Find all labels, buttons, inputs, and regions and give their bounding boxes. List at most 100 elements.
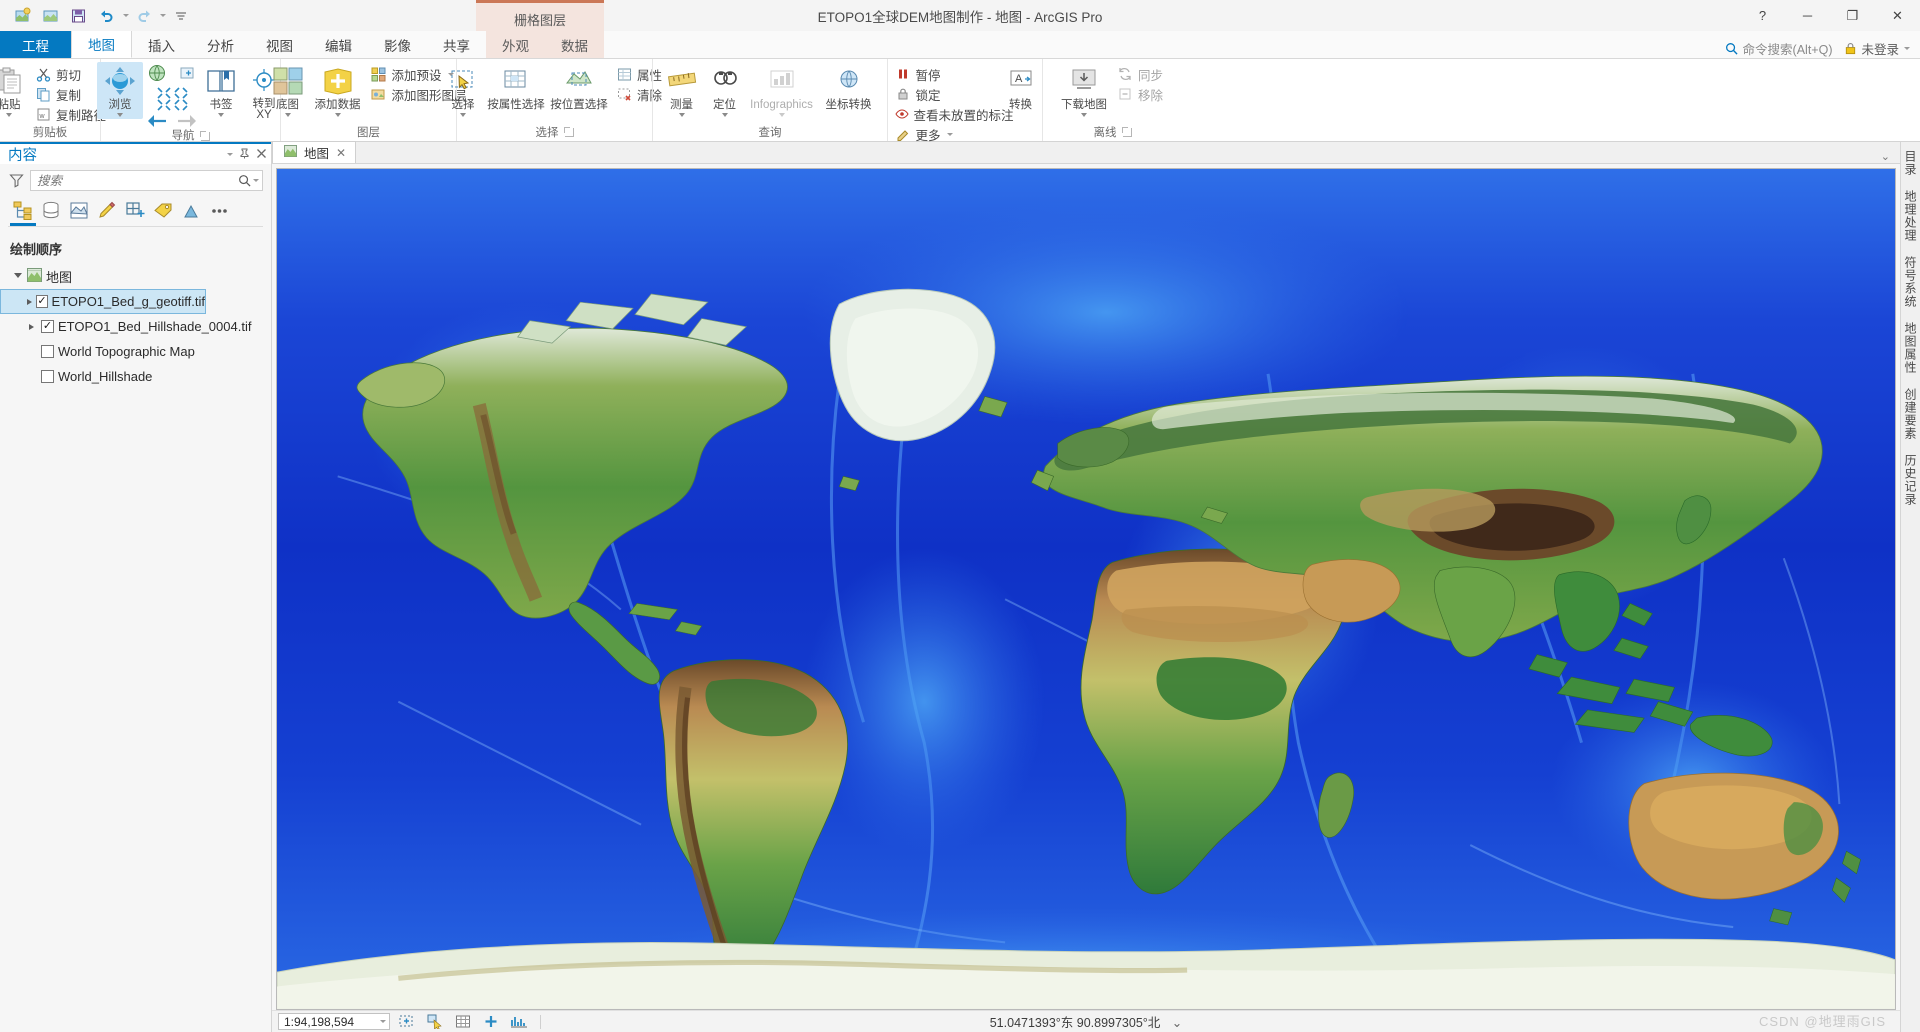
rail-item-map-properties[interactable]: 地图属性	[1902, 322, 1919, 374]
rail-item-history[interactable]: 历史记录	[1902, 454, 1919, 506]
tab-insert[interactable]: 插入	[132, 31, 191, 58]
select-by-location-button[interactable]: 按位置选择	[548, 62, 610, 113]
expander-icon[interactable]	[27, 296, 32, 307]
more-labeling-button[interactable]: 更多	[890, 124, 1000, 144]
locate-button[interactable]: 定位	[704, 62, 746, 119]
sync-button[interactable]: 同步	[1112, 64, 1168, 84]
minimize-button[interactable]: ─	[1785, 0, 1830, 31]
contents-search-box[interactable]	[30, 170, 263, 191]
tab-imagery[interactable]: 影像	[368, 31, 427, 58]
contents-search-input[interactable]	[37, 174, 236, 188]
layer-visibility-checkbox[interactable]	[41, 320, 54, 333]
list-by-data-source-icon[interactable]	[38, 198, 64, 222]
select-button[interactable]: 选择	[442, 62, 484, 119]
list-by-drawing-order-icon[interactable]	[10, 198, 36, 222]
explore-button[interactable]: 浏览	[97, 62, 143, 119]
redo-icon[interactable]	[131, 4, 157, 28]
zoom-to-selection-button[interactable]	[396, 1012, 418, 1031]
tab-view[interactable]: 视图	[250, 31, 309, 58]
paste-button[interactable]: 粘贴	[0, 62, 29, 119]
full-extent-icon[interactable]	[147, 63, 167, 86]
remove-offline-button[interactable]: 移除	[1112, 84, 1168, 104]
open-project-icon[interactable]	[38, 4, 64, 28]
select-features-button[interactable]	[424, 1012, 446, 1031]
undo-icon[interactable]	[94, 4, 120, 28]
lock-labels-button[interactable]: 锁定	[890, 84, 1000, 104]
basemap-dropdown-icon[interactable]	[285, 113, 291, 117]
add-data-button[interactable]: 添加数据	[311, 62, 365, 119]
paste-dropdown-icon[interactable]	[6, 113, 12, 117]
select-dropdown-icon[interactable]	[460, 113, 466, 117]
undo-dropdown-icon[interactable]	[123, 14, 129, 17]
bookmarks-button[interactable]: 书签	[201, 62, 241, 119]
toc-item-world-topographic-map[interactable]: World Topographic Map	[0, 339, 271, 364]
pin-icon[interactable]	[239, 147, 250, 162]
tab-map[interactable]: 地图	[71, 31, 132, 58]
list-by-charts-icon[interactable]	[178, 198, 204, 222]
pause-labeling-button[interactable]: 暂停	[890, 64, 1000, 84]
rail-item-create-features[interactable]: 创建要素	[1902, 388, 1919, 440]
more-options-icon[interactable]	[206, 198, 232, 222]
basemap-button[interactable]: 底图	[266, 62, 310, 119]
infographics-dropdown-icon[interactable]	[779, 113, 785, 117]
more-labeling-dropdown-icon[interactable]	[947, 133, 953, 136]
command-search[interactable]: 命令搜索(Alt+Q)	[1725, 39, 1845, 58]
help-button[interactable]: ?	[1740, 0, 1785, 31]
account-dropdown-icon[interactable]	[1904, 47, 1910, 50]
search-icon[interactable]	[236, 173, 252, 189]
list-by-labeling-icon[interactable]	[150, 198, 176, 222]
close-icon[interactable]	[256, 147, 267, 162]
layer-visibility-checkbox[interactable]	[36, 295, 47, 308]
new-project-icon[interactable]	[10, 4, 36, 28]
add-button[interactable]	[480, 1012, 502, 1031]
list-by-editing-icon[interactable]	[94, 198, 120, 222]
tab-analysis[interactable]: 分析	[191, 31, 250, 58]
contents-search-dropdown-icon[interactable]	[253, 179, 259, 182]
download-map-button[interactable]: 下载地图	[1057, 62, 1111, 119]
tab-share[interactable]: 共享	[427, 31, 486, 58]
expander-icon[interactable]	[12, 271, 23, 282]
tab-data[interactable]: 数据	[545, 31, 604, 58]
close-button[interactable]: ✕	[1875, 0, 1920, 31]
maximize-button[interactable]: ❐	[1830, 0, 1875, 31]
toc-item-map[interactable]: 地图	[0, 264, 271, 289]
measure-button[interactable]: 测量	[661, 62, 703, 119]
infographics-button[interactable]: Infographics	[747, 62, 817, 119]
tab-appearance[interactable]: 外观	[486, 31, 545, 58]
navigate-dialog-launcher[interactable]	[201, 132, 210, 141]
bookmarks-dropdown-icon[interactable]	[218, 113, 224, 117]
view-unplaced-labels-button[interactable]: 查看未放置的标注	[890, 104, 1000, 124]
locate-dropdown-icon[interactable]	[722, 113, 728, 117]
grid-button[interactable]	[452, 1012, 474, 1031]
add-data-dropdown-icon[interactable]	[335, 113, 341, 117]
map-scale-combobox[interactable]: 1:94,198,594	[278, 1013, 390, 1030]
fixed-zoom-in-icon[interactable]	[177, 63, 197, 86]
customize-qat-icon[interactable]	[168, 4, 194, 28]
filter-icon[interactable]	[8, 173, 24, 189]
convert-labels-button[interactable]: A 转换	[1001, 62, 1041, 113]
expander-icon[interactable]	[26, 321, 37, 332]
offline-dialog-launcher[interactable]	[1123, 128, 1132, 137]
layer-visibility-checkbox[interactable]	[41, 370, 54, 383]
redo-dropdown-icon[interactable]	[160, 14, 166, 17]
contents-pane-menu-icon[interactable]	[227, 153, 233, 156]
map-scale-dropdown-icon[interactable]	[380, 1020, 386, 1023]
coordinate-conversion-button[interactable]: 坐标转换	[818, 62, 880, 113]
rail-item-catalog[interactable]: 目录	[1902, 150, 1919, 176]
map-canvas[interactable]	[276, 168, 1896, 1010]
toc-item-world-hillshade[interactable]: World_Hillshade	[0, 364, 271, 389]
rail-item-geoprocessing[interactable]: 地理处理	[1902, 190, 1919, 242]
rail-item-symbology[interactable]: 符号系统	[1902, 256, 1919, 308]
measure-dropdown-icon[interactable]	[679, 113, 685, 117]
selection-dialog-launcher[interactable]	[565, 128, 574, 137]
chart-button[interactable]	[508, 1012, 530, 1031]
map-coordinates-dropdown-icon[interactable]: ⌄	[1172, 1015, 1182, 1030]
list-by-selection-icon[interactable]	[66, 198, 92, 222]
save-project-icon[interactable]	[66, 4, 92, 28]
explore-dropdown-icon[interactable]	[117, 113, 123, 117]
toc-item-etopo1-bed-hillshade[interactable]: ETOPO1_Bed_Hillshade_0004.tif	[0, 314, 271, 339]
view-tab-overflow-icon[interactable]: ⌄	[1881, 150, 1900, 163]
view-tab-map[interactable]: 地图 ✕	[272, 141, 356, 163]
layer-visibility-checkbox[interactable]	[41, 345, 54, 358]
select-by-attributes-button[interactable]: 按属性选择	[485, 62, 547, 113]
